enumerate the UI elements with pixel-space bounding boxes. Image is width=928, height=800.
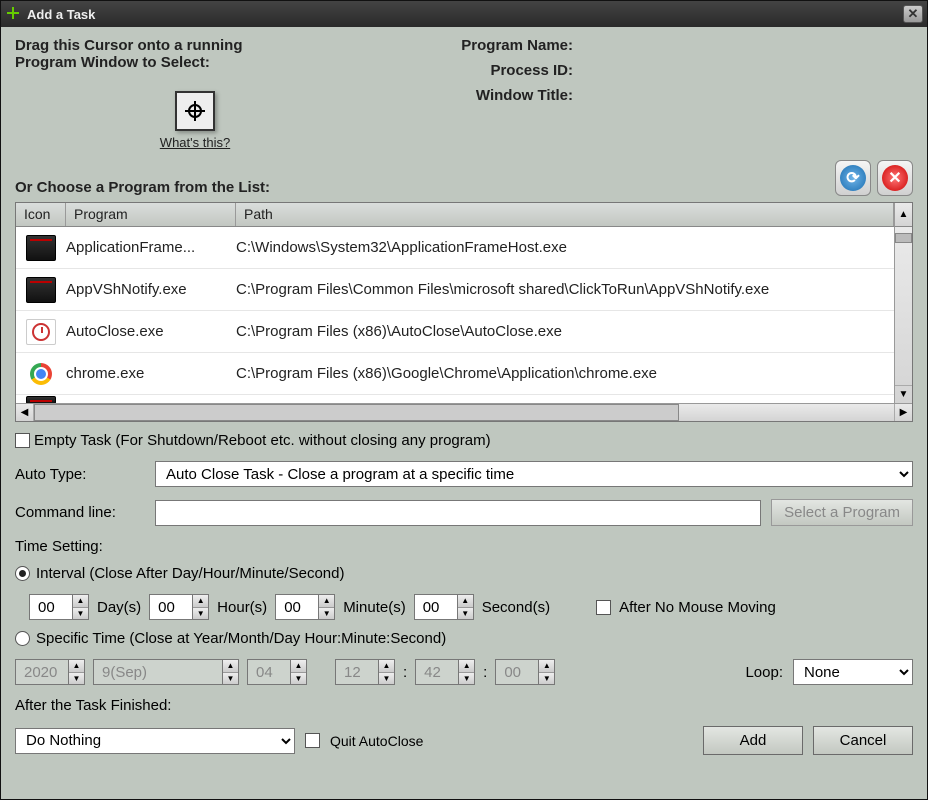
program-path: C:\Program Files\Common Files\microsoft … [236, 281, 894, 298]
interval-radio[interactable] [15, 566, 30, 581]
specific-hour-input[interactable] [335, 659, 379, 685]
unit-minutes: Minute(s) [343, 599, 406, 616]
loop-label: Loop: [745, 664, 783, 681]
unit-days: Day(s) [97, 599, 141, 616]
dialog-window: Add a Task ✕ Drag this Cursor onto a run… [0, 0, 928, 800]
specific-month-input[interactable] [93, 659, 223, 685]
specific-day-input[interactable] [247, 659, 291, 685]
interval-label: Interval (Close After Day/Hour/Minute/Se… [36, 565, 344, 582]
scroll-up-button[interactable]: ▲ [894, 203, 912, 227]
program-icon [16, 235, 66, 261]
specific-time-radio[interactable] [15, 631, 30, 646]
app-icon [5, 6, 21, 22]
empty-task-checkbox[interactable] [15, 433, 30, 448]
scroll-down-button[interactable]: ▼ [895, 385, 912, 403]
scroll-right-button[interactable]: ▶ [894, 404, 912, 421]
program-icon [16, 319, 66, 345]
dialog-content: Drag this Cursor onto a running Program … [1, 27, 927, 799]
horizontal-scrollbar[interactable]: ◀ ▶ [16, 403, 912, 421]
quit-autoclose-checkbox[interactable] [305, 733, 320, 748]
scroll-left-button[interactable]: ◀ [16, 404, 34, 421]
loop-select[interactable]: None [793, 659, 913, 685]
refresh-button[interactable]: ⟳ [835, 160, 871, 196]
col-header-icon[interactable]: Icon [16, 203, 66, 226]
program-name: AutoClose.exe [66, 323, 236, 340]
whats-this-link[interactable]: What's this? [160, 135, 230, 150]
select-program-button[interactable]: Select a Program [771, 499, 913, 526]
specific-second-input[interactable] [495, 659, 539, 685]
command-line-label: Command line: [15, 504, 145, 521]
empty-task-label: Empty Task (For Shutdown/Reboot etc. wit… [34, 432, 491, 449]
label-window-title: Window Title: [345, 87, 913, 104]
program-name: ApplicationFrame... [66, 239, 236, 256]
specific-minute-input[interactable] [415, 659, 459, 685]
choose-from-list-label: Or Choose a Program from the List: [15, 179, 829, 196]
unit-hours: Hour(s) [217, 599, 267, 616]
after-finished-select[interactable]: Do Nothing [15, 728, 295, 754]
interval-days-input[interactable] [29, 594, 73, 620]
interval-hours-input[interactable] [149, 594, 193, 620]
program-name: AppVShNotify.exe [66, 281, 236, 298]
cancel-button[interactable]: Cancel [813, 726, 913, 755]
label-program-name: Program Name: [345, 37, 913, 54]
specific-year-input[interactable] [15, 659, 69, 685]
after-no-mouse-checkbox[interactable] [596, 600, 611, 615]
add-button[interactable]: Add [703, 726, 803, 755]
drag-instruction: Drag this Cursor onto a running Program … [15, 37, 305, 71]
col-header-program[interactable]: Program [66, 203, 236, 226]
titlebar[interactable]: Add a Task ✕ [1, 1, 927, 27]
unit-seconds: Second(s) [482, 599, 550, 616]
program-row[interactable]: chrome.exeC:\Program Files (x86)\Google\… [16, 353, 894, 395]
program-path: C:\Program Files (x86)\Google\Chrome\App… [236, 365, 894, 382]
command-line-input[interactable] [155, 500, 761, 526]
program-path: C:\Program Files (x86)\AutoClose\AutoClo… [236, 323, 894, 340]
program-path: C:\Windows\System32\ApplicationFrameHost… [236, 239, 894, 256]
auto-type-select[interactable]: Auto Close Task - Close a program at a s… [155, 461, 913, 487]
interval-seconds-input[interactable] [414, 594, 458, 620]
program-name: chrome.exe [66, 365, 236, 382]
specific-time-label: Specific Time (Close at Year/Month/Day H… [36, 630, 446, 647]
clear-selection-button[interactable]: ✕ [877, 160, 913, 196]
refresh-icon: ⟳ [840, 165, 866, 191]
drag-crosshair-target[interactable] [175, 91, 215, 131]
col-header-path[interactable]: Path [236, 203, 894, 226]
quit-autoclose-label: Quit AutoClose [330, 733, 423, 749]
clear-icon: ✕ [882, 165, 908, 191]
label-process-id: Process ID: [345, 62, 913, 79]
vertical-scrollbar[interactable]: ▼ [894, 227, 912, 403]
dialog-title: Add a Task [27, 7, 95, 22]
program-list: Icon Program Path ▲ ApplicationFrame...C… [15, 202, 913, 422]
program-row[interactable]: ApplicationFrame...C:\Windows\System32\A… [16, 227, 894, 269]
after-finished-label: After the Task Finished: [15, 697, 913, 714]
after-no-mouse-label: After No Mouse Moving [619, 599, 776, 616]
program-row[interactable]: AppVShNotify.exeC:\Program Files\Common … [16, 269, 894, 311]
interval-minutes-input[interactable] [275, 594, 319, 620]
program-icon [16, 361, 66, 387]
time-setting-label: Time Setting: [15, 538, 913, 555]
auto-type-label: Auto Type: [15, 466, 145, 483]
program-icon [16, 277, 66, 303]
window-close-button[interactable]: ✕ [903, 5, 923, 23]
program-row[interactable]: AutoClose.exeC:\Program Files (x86)\Auto… [16, 311, 894, 353]
